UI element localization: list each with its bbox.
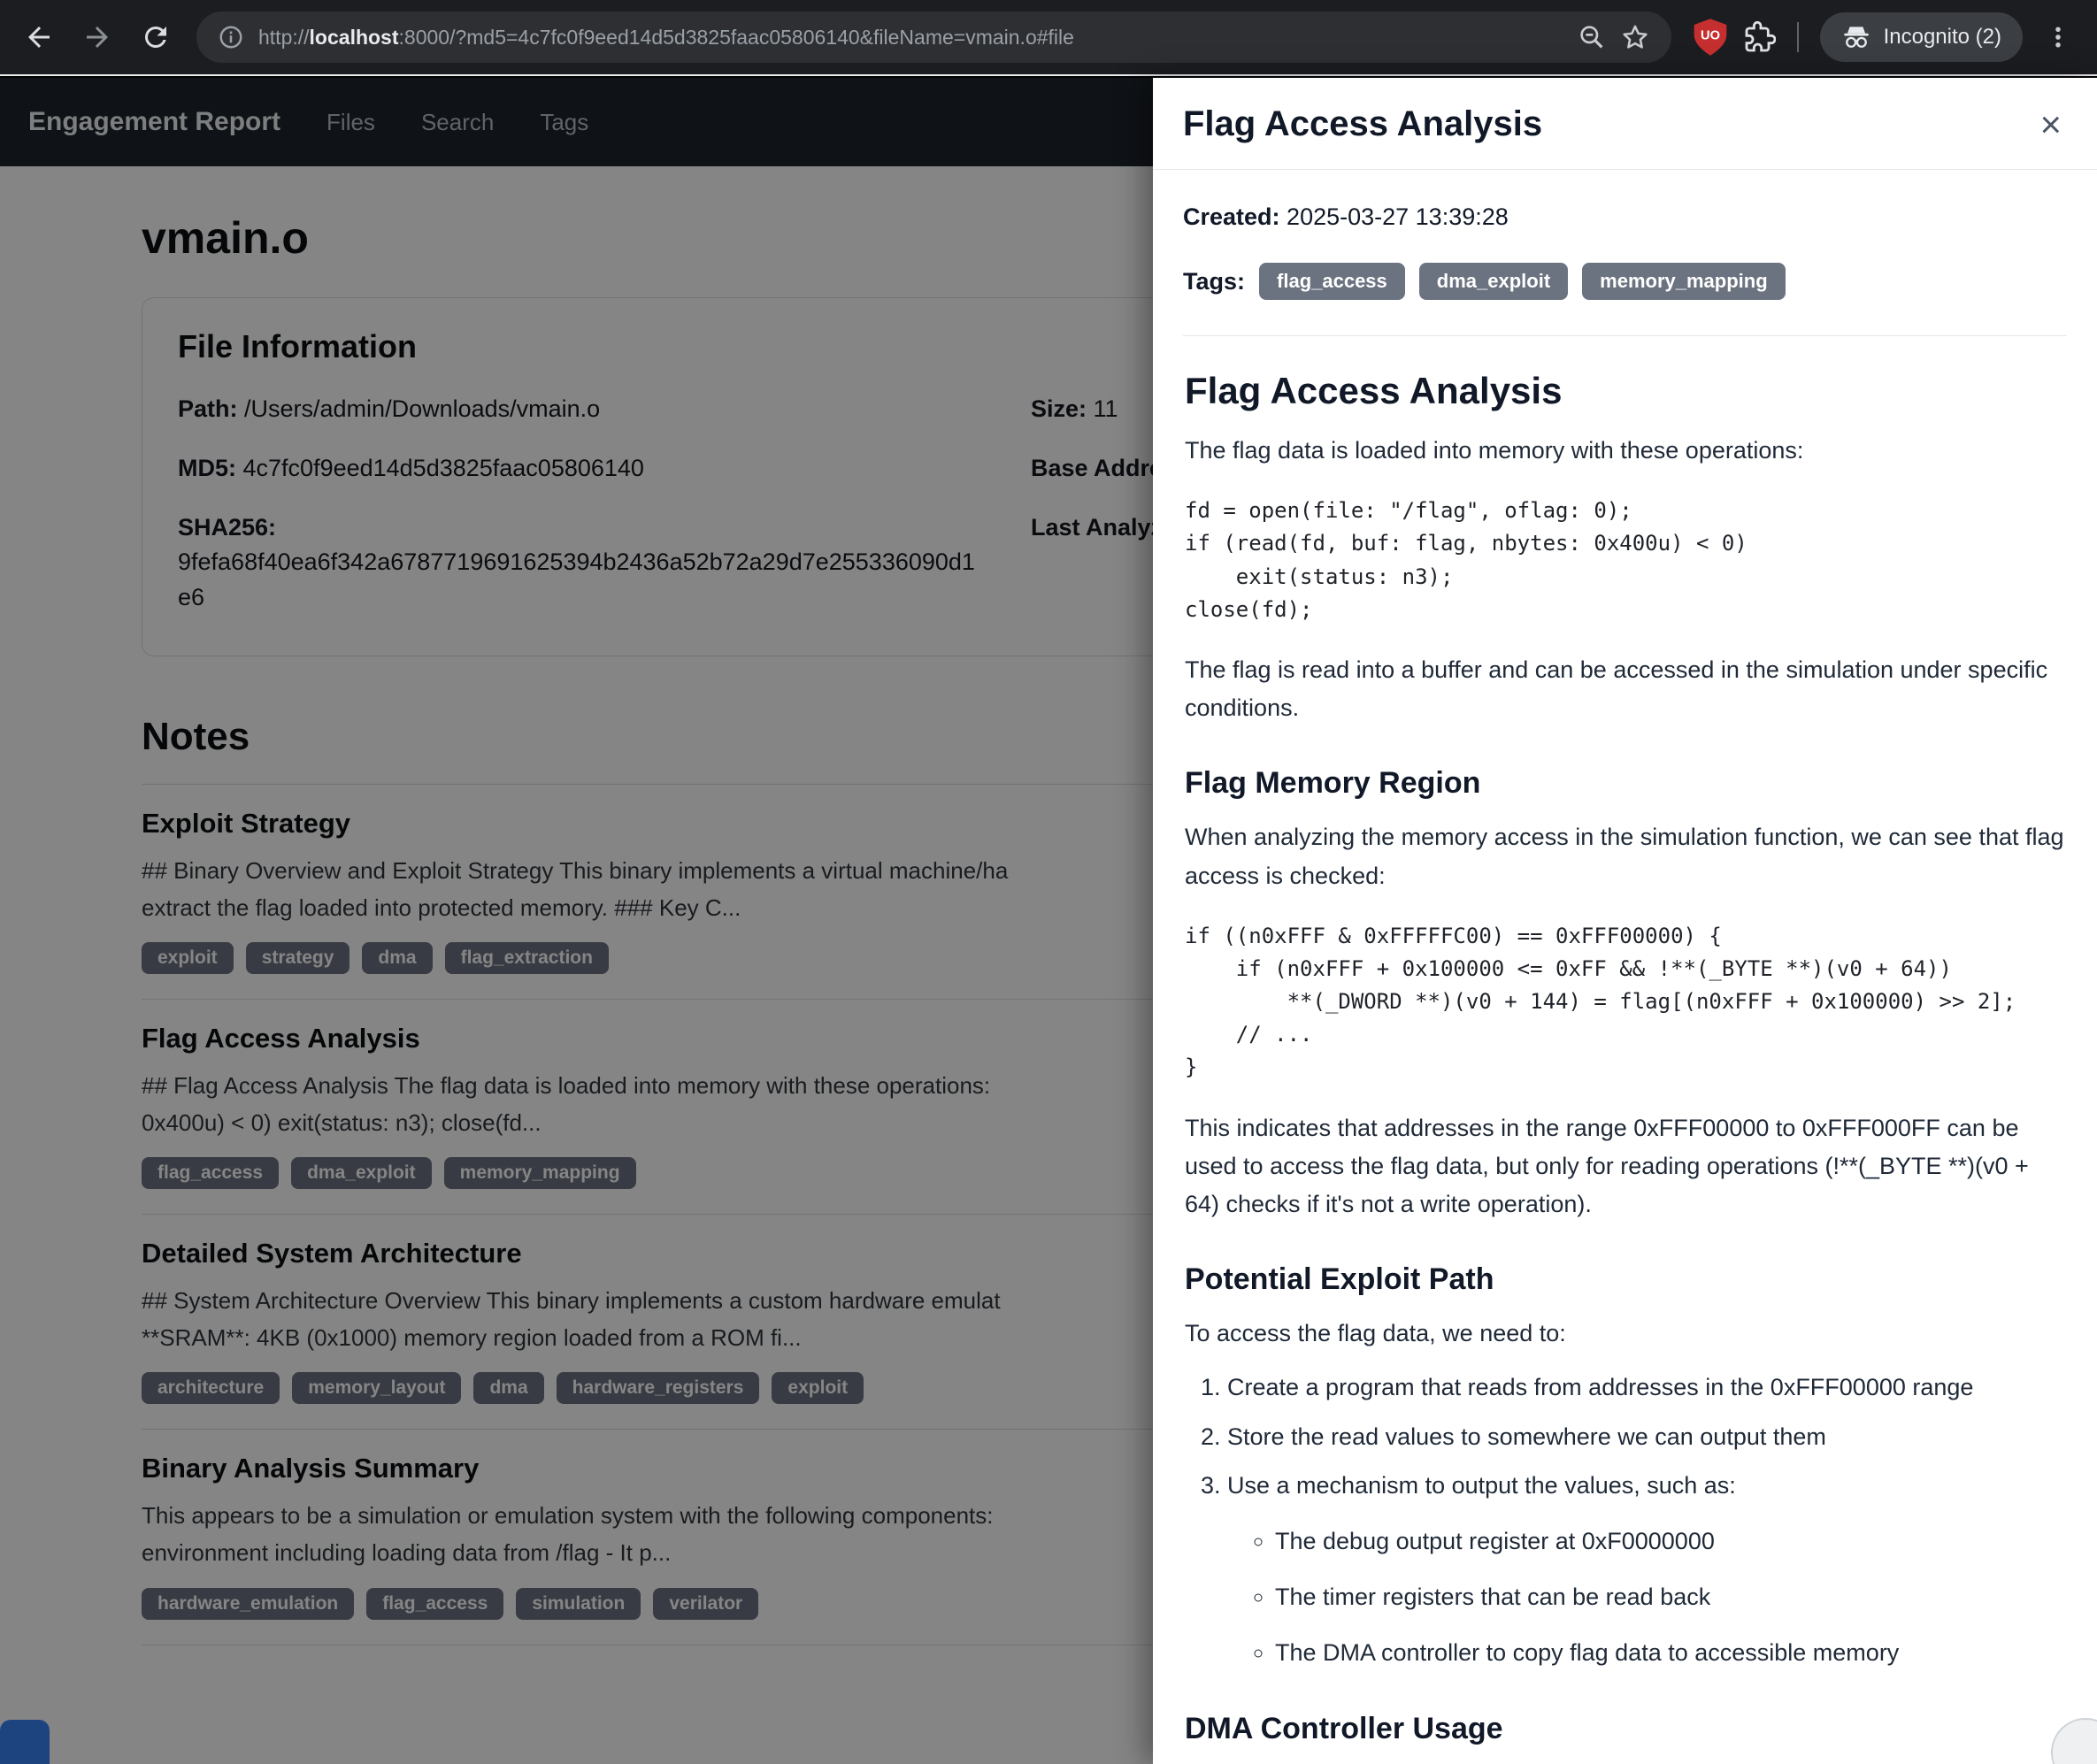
panel-tags-row: Tags: flag_access dma_exploit memory_map… — [1183, 263, 2067, 300]
note-detail-panel: Flag Access Analysis × Created: 2025-03-… — [1153, 78, 2097, 1764]
list-item: Use a mechanism to output the values, su… — [1227, 1467, 2065, 1673]
back-button[interactable] — [16, 14, 62, 60]
ublock-extension-icon[interactable]: UO — [1693, 18, 1728, 57]
list-item: The debug output register at 0xF0000000 — [1275, 1522, 2065, 1561]
tag-badge[interactable]: memory_mapping — [1582, 263, 1786, 300]
panel-title: Flag Access Analysis — [1183, 104, 1542, 144]
web-page: Engagement Report Files Search Tags vmai… — [0, 78, 2097, 1764]
url-text: http://localhost:8000/?md5=4c7fc0f9eed14… — [258, 26, 1074, 50]
bookmark-star-icon[interactable] — [1620, 22, 1650, 52]
body-paragraph: This indicates that addresses in the ran… — [1185, 1109, 2065, 1224]
list-item: Store the read values to somewhere we ca… — [1227, 1418, 2065, 1456]
kebab-menu-icon — [2045, 24, 2071, 50]
forward-arrow-icon — [81, 21, 113, 53]
list-item: The timer registers that can be read bac… — [1275, 1578, 2065, 1616]
note-markdown-body: Flag Access Analysis The flag data is lo… — [1183, 336, 2067, 1764]
back-arrow-icon — [23, 21, 55, 53]
body-paragraph: When analyzing the memory access in the … — [1185, 818, 2065, 894]
body-h2-potential-exploit-path: Potential Exploit Path — [1185, 1262, 2065, 1297]
panel-header: Flag Access Analysis × — [1153, 78, 2097, 170]
zoom-icon[interactable] — [1578, 23, 1606, 51]
close-button[interactable]: × — [2039, 106, 2062, 143]
toolbar-separator — [1797, 22, 1799, 52]
body-paragraph: The flag data is loaded into memory with… — [1185, 432, 2065, 470]
url-bar[interactable]: http://localhost:8000/?md5=4c7fc0f9eed14… — [196, 12, 1671, 63]
body-paragraph: The flag is read into a buffer and can b… — [1185, 651, 2065, 727]
output-mechanisms-list: The debug output register at 0xF0000000 … — [1227, 1522, 2065, 1673]
code-block-flag-open: fd = open(file: "/flag", oflag: 0); if (… — [1185, 495, 2065, 626]
list-item: Create a program that reads from address… — [1227, 1369, 2065, 1407]
forward-button[interactable] — [74, 14, 120, 60]
browser-menu-button[interactable] — [2035, 14, 2081, 60]
code-block-memory-check: if ((n0xFFF & 0xFFFFFC00) == 0xFFF00000)… — [1185, 920, 2065, 1085]
extensions-puzzle-icon[interactable] — [1740, 19, 1776, 55]
incognito-icon — [1841, 22, 1871, 52]
tag-badge[interactable]: dma_exploit — [1419, 263, 1568, 300]
exploit-steps-list: Create a program that reads from address… — [1192, 1369, 2065, 1672]
site-info-icon[interactable] — [218, 24, 244, 50]
created-row: Created: 2025-03-27 13:39:28 — [1183, 203, 2067, 231]
incognito-badge: Incognito (2) — [1820, 12, 2023, 62]
tags-label: Tags: — [1183, 268, 1245, 295]
created-value: 2025-03-27 13:39:28 — [1287, 203, 1509, 230]
reload-button[interactable] — [133, 14, 179, 60]
svg-text:UO: UO — [1701, 28, 1720, 42]
list-item: The DMA controller to copy flag data to … — [1275, 1634, 2065, 1672]
incognito-label: Incognito (2) — [1884, 25, 2001, 50]
browser-toolbar: http://localhost:8000/?md5=4c7fc0f9eed14… — [0, 0, 2097, 76]
body-h1: Flag Access Analysis — [1185, 370, 2065, 412]
reload-icon — [140, 21, 172, 53]
panel-meta: Created: 2025-03-27 13:39:28 Tags: flag_… — [1183, 170, 2067, 336]
body-paragraph: To access the flag data, we need to: — [1185, 1315, 2065, 1353]
tag-badge[interactable]: flag_access — [1259, 263, 1405, 300]
body-h2-flag-memory-region: Flag Memory Region — [1185, 766, 2065, 801]
body-h2-dma-controller-usage: DMA Controller Usage — [1185, 1712, 2065, 1746]
